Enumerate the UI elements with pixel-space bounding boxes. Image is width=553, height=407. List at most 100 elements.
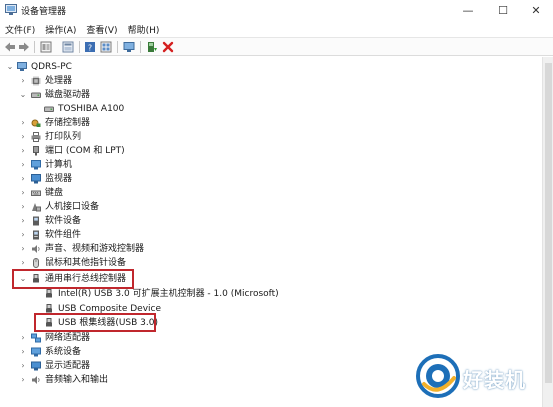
tree-item-label: 打印队列 xyxy=(45,132,82,142)
tree-item-software-components[interactable]: › 软件组件 xyxy=(0,228,540,242)
tree-item-label: 网络适配器 xyxy=(45,333,91,343)
tree-item-label: 端口 (COM 和 LPT) xyxy=(45,146,125,156)
properties-icon[interactable] xyxy=(40,41,52,53)
keyboard-icon xyxy=(31,190,41,196)
tree-item-mouse[interactable]: › 鼠标和其他指针设备 xyxy=(0,256,540,270)
port-icon xyxy=(33,146,39,156)
menu-view[interactable]: 查看(V) xyxy=(81,21,122,37)
chevron-right-icon[interactable]: › xyxy=(19,348,27,356)
chevron-right-icon[interactable]: › xyxy=(19,133,27,141)
tree-item-monitors[interactable]: › 监视器 xyxy=(0,172,540,186)
svg-text:?: ? xyxy=(88,44,92,53)
chevron-right-icon[interactable]: › xyxy=(19,77,27,85)
window-title: 设备管理器 xyxy=(21,7,67,17)
uninstall-icon[interactable] xyxy=(162,41,174,53)
tree-item-label: 磁盘驱动器 xyxy=(45,90,91,100)
tree-child-usb-composite[interactable]: USB Composite Device xyxy=(0,302,540,316)
menu-action[interactable]: 操作(A) xyxy=(40,21,81,37)
storage-controller-icon xyxy=(31,119,41,127)
chevron-right-icon[interactable]: › xyxy=(19,376,27,384)
tree-item-processor[interactable]: › 处理器 xyxy=(0,74,540,88)
chevron-right-icon[interactable]: › xyxy=(19,231,27,239)
watermark-text: 好装机 xyxy=(463,368,526,392)
forward-icon[interactable] xyxy=(18,41,30,53)
tree-item-computer[interactable]: › 计算机 xyxy=(0,158,540,172)
menu-bar: 文件(F) 操作(A) 查看(V) 帮助(H) xyxy=(0,21,553,37)
device-tree: ⌄ QDRS-PC › 处理器 ⌄ 磁盘驱动器 TOSHIBA A100 › 存… xyxy=(0,57,541,387)
tree-item-label: 鼠标和其他指针设备 xyxy=(45,258,127,268)
chevron-right-icon[interactable]: › xyxy=(19,362,27,370)
menu-help[interactable]: 帮助(H) xyxy=(123,21,165,37)
chevron-right-icon[interactable]: › xyxy=(19,259,27,267)
vertical-scrollbar[interactable] xyxy=(542,57,553,407)
monitor-icon xyxy=(31,174,41,184)
tree-item-print-queues[interactable]: › 打印队列 xyxy=(0,130,540,144)
help-icon[interactable]: ? xyxy=(84,41,96,53)
chevron-down-icon[interactable]: ⌄ xyxy=(19,91,27,99)
tree-child-label: Intel(R) USB 3.0 可扩展主机控制器 - 1.0 (Microso… xyxy=(58,289,279,299)
chevron-right-icon[interactable]: › xyxy=(19,189,27,197)
tree-item-sound[interactable]: › 声音、视频和游戏控制器 xyxy=(0,242,540,256)
chevron-right-icon[interactable]: › xyxy=(19,161,27,169)
tree-item-label: 系统设备 xyxy=(45,347,82,357)
usb-icon xyxy=(46,304,52,313)
computer-icon xyxy=(31,160,41,170)
audio-icon xyxy=(32,376,40,384)
tree-item-label: 软件组件 xyxy=(45,230,82,240)
network-icon xyxy=(31,333,41,343)
update-driver-icon[interactable] xyxy=(146,41,158,53)
chevron-down-icon[interactable]: ⌄ xyxy=(19,275,27,283)
tree-root-label: QDRS-PC xyxy=(31,62,72,72)
maximize-button[interactable]: ☐ xyxy=(486,0,520,20)
scrollbar-thumb[interactable] xyxy=(545,63,552,383)
tree-child-label: USB Composite Device xyxy=(58,304,162,314)
tree-item-label: 监视器 xyxy=(45,174,73,184)
show-hide-icon[interactable] xyxy=(62,41,74,53)
tree-item-software-devices[interactable]: › 软件设备 xyxy=(0,214,540,228)
tree-item-ports[interactable]: › 端口 (COM 和 LPT) xyxy=(0,144,540,158)
tree-child-label: TOSHIBA A100 xyxy=(58,104,125,114)
device-manager-icon xyxy=(5,4,17,15)
chevron-right-icon[interactable]: › xyxy=(19,203,27,211)
tree-child-usb-root-hub[interactable]: USB 根集线器(USB 3.0) xyxy=(0,316,540,330)
view-icon[interactable] xyxy=(100,41,112,53)
chevron-right-icon[interactable]: › xyxy=(19,217,27,225)
tree-item-label: 处理器 xyxy=(45,76,73,86)
tree-child-intel-usb[interactable]: Intel(R) USB 3.0 可扩展主机控制器 - 1.0 (Microso… xyxy=(0,287,540,301)
tree-item-storage-controllers[interactable]: › 存储控制器 xyxy=(0,116,540,130)
title-bar: 设备管理器 — ☐ ✕ xyxy=(0,0,553,20)
processor-icon xyxy=(31,76,41,86)
tree-item-label: 键盘 xyxy=(45,188,64,198)
tree-item-disk-drives[interactable]: ⌄ 磁盘驱动器 xyxy=(0,88,540,102)
tree-item-label: 通用串行总线控制器 xyxy=(45,274,127,284)
watermark-logo xyxy=(416,354,460,398)
minimize-button[interactable]: — xyxy=(451,0,485,20)
tree-item-label: 声音、视频和游戏控制器 xyxy=(45,244,145,254)
menu-file[interactable]: 文件(F) xyxy=(0,21,40,37)
sound-icon xyxy=(32,245,40,253)
chevron-right-icon[interactable]: › xyxy=(19,175,27,183)
close-button[interactable]: ✕ xyxy=(519,0,553,20)
software-device-icon xyxy=(33,216,39,226)
tree-root[interactable]: ⌄ QDRS-PC xyxy=(0,60,540,74)
tree-item-hid[interactable]: › 人机接口设备 xyxy=(0,200,540,214)
chevron-down-icon[interactable]: ⌄ xyxy=(6,63,14,71)
computer-icon xyxy=(17,62,27,71)
mouse-icon xyxy=(33,258,39,268)
chevron-right-icon[interactable]: › xyxy=(19,119,27,127)
back-icon[interactable] xyxy=(4,41,16,53)
hid-icon xyxy=(32,203,41,212)
tree-child-toshiba[interactable]: TOSHIBA A100 xyxy=(0,102,540,116)
chevron-right-icon[interactable]: › xyxy=(19,334,27,342)
disk-icon xyxy=(44,106,54,112)
display-adapter-icon xyxy=(31,361,41,371)
tree-item-network[interactable]: › 网络适配器 xyxy=(0,331,540,345)
tree-item-label: 软件设备 xyxy=(45,216,82,226)
software-component-icon xyxy=(33,230,39,240)
tree-item-label: 存储控制器 xyxy=(45,118,91,128)
chevron-right-icon[interactable]: › xyxy=(19,245,27,253)
tree-item-usb-controllers[interactable]: ⌄ 通用串行总线控制器 xyxy=(0,272,540,286)
chevron-right-icon[interactable]: › xyxy=(19,147,27,155)
monitor-icon[interactable] xyxy=(123,41,135,53)
tree-item-keyboards[interactable]: › 键盘 xyxy=(0,186,540,200)
